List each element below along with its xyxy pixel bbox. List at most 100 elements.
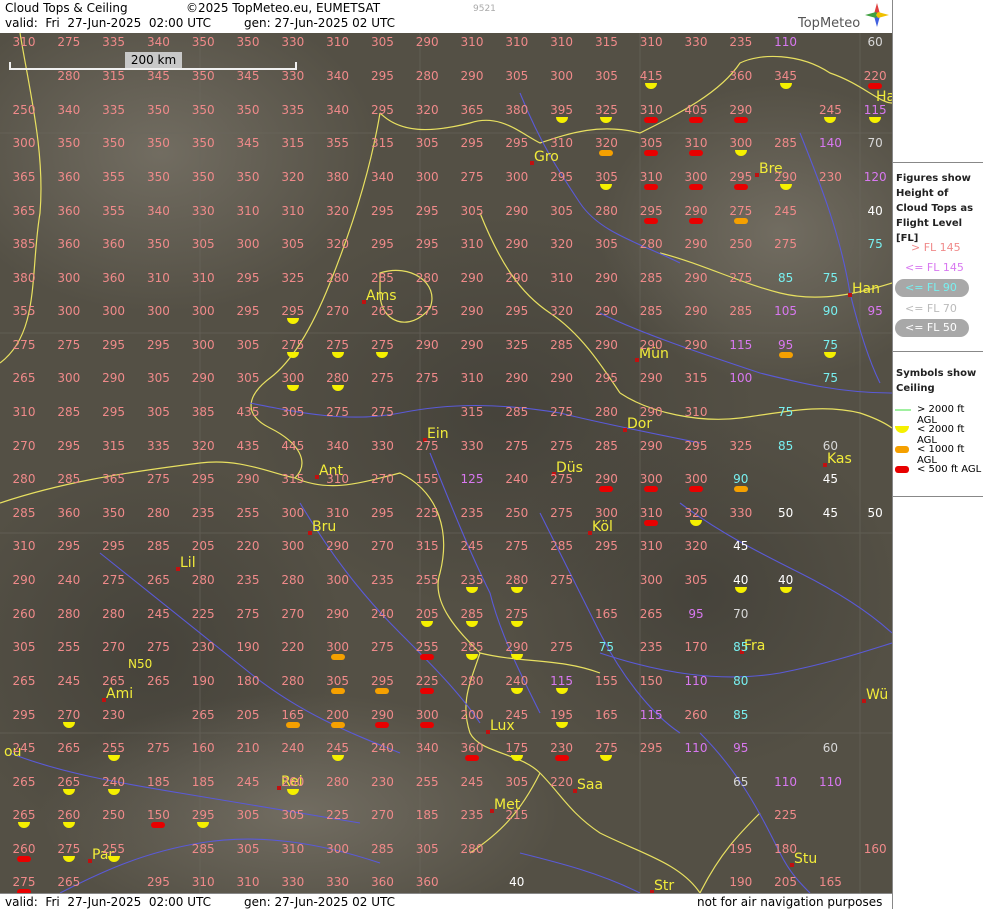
cloud-top-value: 340 xyxy=(326,439,350,453)
cloud-top-value: 280 xyxy=(505,573,529,587)
cloud-top-value: 200 xyxy=(460,708,484,722)
disclaimer-text: not for air navigation purposes xyxy=(697,895,883,909)
cloud-top-value: 280 xyxy=(460,842,484,856)
cloud-top-value: 350 xyxy=(146,136,170,150)
ceiling-lt1000-icon xyxy=(330,722,345,728)
cloud-top-value: 300 xyxy=(57,371,81,385)
city-label: Ami xyxy=(106,686,134,702)
cloud-top-value: 305 xyxy=(594,69,618,83)
cloud-top-value: 265 xyxy=(12,674,36,688)
cloud-top-value: 185 xyxy=(415,808,439,822)
cloud-top-value: 275 xyxy=(146,472,170,486)
cloud-top-value: 265 xyxy=(370,304,394,318)
cloud-top-value: 290 xyxy=(505,640,529,654)
cloud-top-value: 300 xyxy=(191,304,215,318)
cloud-top-value: 360 xyxy=(102,237,126,251)
cloud-top-value: 295 xyxy=(729,170,753,184)
cloud-top-value: 280 xyxy=(639,237,663,251)
cloud-top-value: 270 xyxy=(370,808,394,822)
cloud-top-value: 235 xyxy=(191,506,215,520)
cloud-top-value: 345 xyxy=(236,136,260,150)
cloud-top-value: 290 xyxy=(684,338,708,352)
cloud-top-value: 305 xyxy=(326,674,350,688)
city-label: Wü xyxy=(866,687,889,703)
cloud-top-value: 300 xyxy=(326,842,350,856)
cloud-top-value: 350 xyxy=(146,170,170,184)
cloud-top-value: 190 xyxy=(236,640,260,654)
ceiling-lt500-icon xyxy=(17,856,31,862)
ceiling-lt500-icon xyxy=(420,722,435,728)
cloud-top-value: 300 xyxy=(639,472,663,486)
cloud-top-value: 245 xyxy=(774,204,798,218)
cloud-top-value: 240 xyxy=(370,741,394,755)
cloud-top-value: 290 xyxy=(639,338,663,352)
cloud-top-value: 305 xyxy=(550,204,574,218)
cloud-top-value: 295 xyxy=(102,338,126,352)
cloud-top-value: 285 xyxy=(57,472,81,486)
cloud-top-value: 295 xyxy=(146,338,170,352)
cloud-top-value: 360 xyxy=(460,741,484,755)
cloud-top-value: 75 xyxy=(598,640,615,654)
legend-panel: Figures show Height of Cloud Tops as Fli… xyxy=(892,0,983,909)
cloud-top-value: 235 xyxy=(729,35,753,49)
cloud-top-value: 255 xyxy=(102,741,126,755)
cloud-top-value: 335 xyxy=(281,103,305,117)
cloud-top-value: 295 xyxy=(370,506,394,520)
cloud-top-value: 105 xyxy=(774,304,798,318)
cloud-top-value: 220 xyxy=(236,539,260,553)
cloud-top-value: 295 xyxy=(146,875,170,889)
cloud-top-value: 235 xyxy=(460,506,484,520)
cloud-top-value: 285 xyxy=(191,842,215,856)
cloud-top-value: 255 xyxy=(415,775,439,789)
satellite-map[interactable]: 200 km Gro Bre Ams Han Mün Ein Dor Ant Düs Kas Bru… xyxy=(0,33,892,893)
cloud-top-value: 240 xyxy=(57,573,81,587)
cloud-top-value: 350 xyxy=(236,170,260,184)
scale-bar-label: 200 km xyxy=(125,52,182,68)
cloud-top-value: 255 xyxy=(236,506,260,520)
cloud-top-value: 340 xyxy=(326,69,350,83)
cloud-top-value: 300 xyxy=(729,136,753,150)
cloud-top-value: 285 xyxy=(370,842,394,856)
cloud-top-value: 335 xyxy=(102,103,126,117)
cloud-top-value: 350 xyxy=(102,506,126,520)
cloud-top-value: 315 xyxy=(281,136,305,150)
cloud-top-value: 320 xyxy=(684,506,708,520)
ceiling-lt500-icon xyxy=(868,83,883,89)
cloud-top-value: 300 xyxy=(281,371,305,385)
cloud-top-value: 230 xyxy=(370,775,394,789)
cloud-top-value: 160 xyxy=(863,842,887,856)
legend-divider xyxy=(893,162,983,163)
cloud-top-value: 40 xyxy=(777,573,794,587)
cloud-top-value: 275 xyxy=(281,338,305,352)
cloud-top-value: 365 xyxy=(460,103,484,117)
ceiling-lt500-icon xyxy=(420,654,435,660)
cloud-top-value: 295 xyxy=(191,472,215,486)
cloud-top-value: 305 xyxy=(281,405,305,419)
ceiling-lt1000-icon xyxy=(375,688,390,694)
cloud-top-value: 45 xyxy=(822,472,839,486)
cloud-top-value: 315 xyxy=(684,371,708,385)
image-code: 9521 xyxy=(473,4,496,14)
cloud-top-value: 295 xyxy=(102,539,126,553)
cloud-top-value: 290 xyxy=(684,271,708,285)
cloud-top-value: 310 xyxy=(236,875,260,889)
cloud-top-value: 305 xyxy=(281,237,305,251)
cloud-top-value: 245 xyxy=(57,674,81,688)
cloud-top-value: 165 xyxy=(818,875,842,889)
cloud-top-value: 310 xyxy=(684,405,708,419)
footer-generated-time: gen: 27-Jun-2025 02 UTC xyxy=(244,895,396,909)
cloud-top-value: 360 xyxy=(57,170,81,184)
cloud-top-value: 305 xyxy=(684,573,708,587)
cloud-top-value: 335 xyxy=(102,35,126,49)
cloud-top-value: 305 xyxy=(415,842,439,856)
cloud-top-value: 310 xyxy=(684,136,708,150)
cloud-top-value: 385 xyxy=(12,237,36,251)
cloud-top-value: 225 xyxy=(191,607,215,621)
cloud-top-value: 40 xyxy=(733,573,749,587)
cloud-top-value: 230 xyxy=(102,708,126,722)
cloud-top-value: 310 xyxy=(639,170,663,184)
cloud-top-value: 290 xyxy=(505,237,529,251)
cloud-top-value: 290 xyxy=(594,271,618,285)
cloud-top-value: 300 xyxy=(594,506,618,520)
cloud-top-value: 95 xyxy=(777,338,794,352)
